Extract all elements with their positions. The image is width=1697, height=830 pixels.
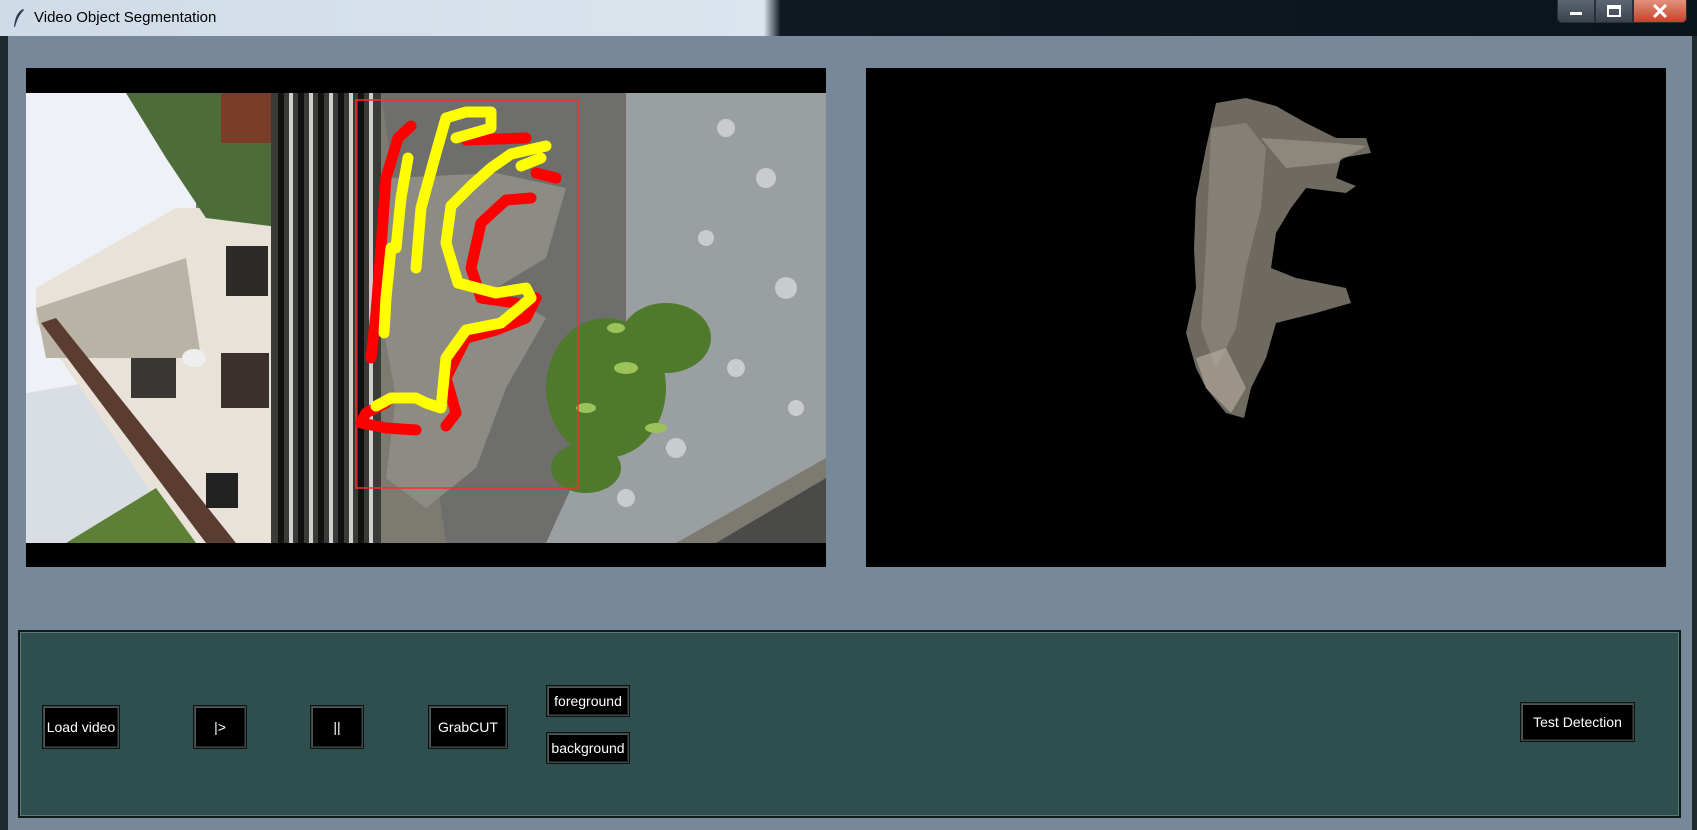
background-button[interactable]: background (546, 732, 630, 764)
close-button[interactable] (1633, 0, 1687, 23)
maximize-button[interactable] (1595, 0, 1633, 23)
close-icon (1652, 4, 1668, 18)
minimize-icon (1570, 12, 1582, 15)
video-frame-image (26, 93, 826, 543)
segmentation-output-view (866, 68, 1666, 567)
feather-icon (14, 9, 24, 27)
control-panel (18, 630, 1681, 818)
input-video-view[interactable] (26, 68, 826, 567)
foreground-button[interactable]: foreground (546, 685, 630, 717)
test-detection-button[interactable]: Test Detection (1520, 702, 1635, 742)
play-button[interactable]: |> (193, 705, 247, 749)
title-bar: Video Object Segmentation (0, 0, 1697, 36)
window-title: Video Object Segmentation (34, 9, 217, 26)
load-video-button[interactable]: Load video (42, 705, 120, 749)
grabcut-button[interactable]: GrabCUT (428, 705, 508, 749)
minimize-button[interactable] (1557, 0, 1595, 23)
segmented-object-image (1186, 98, 1371, 418)
pause-button[interactable]: || (310, 705, 364, 749)
maximize-icon (1607, 5, 1621, 17)
